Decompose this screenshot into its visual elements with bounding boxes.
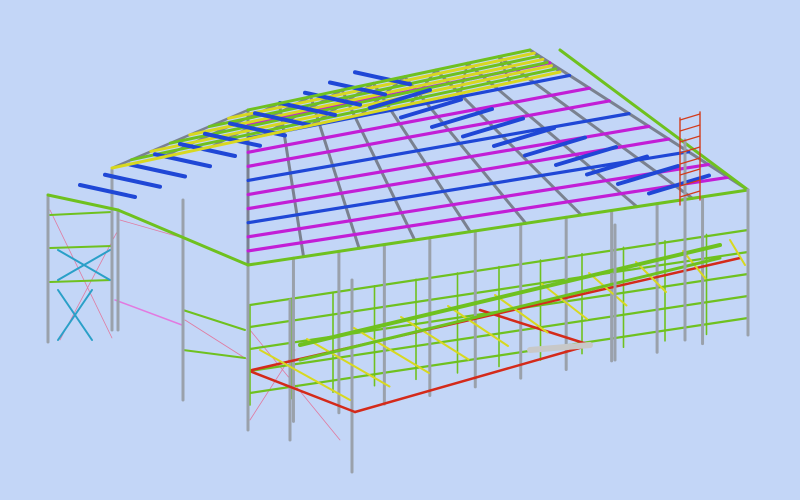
3d-model-viewport[interactable] — [0, 0, 800, 500]
platform-joist — [353, 327, 430, 374]
eave-purlin — [178, 142, 237, 158]
platform-beam — [353, 343, 592, 414]
cable-brace — [49, 209, 113, 339]
platform-joist — [306, 338, 391, 388]
side-girt — [182, 349, 246, 359]
platform-beam — [478, 308, 592, 347]
front-eave — [246, 188, 750, 267]
gable-girt — [49, 245, 113, 249]
platform-deck — [527, 342, 593, 353]
ladder-rung — [679, 157, 701, 165]
ladder-rung — [679, 124, 701, 132]
eave-purlin — [78, 183, 137, 199]
ladder-rung — [679, 135, 701, 143]
roof-purlin — [246, 162, 710, 239]
gable-girt — [49, 211, 113, 216]
steel-frame-model[interactable] — [0, 0, 800, 500]
gable-edge — [46, 193, 120, 212]
gable-tie — [114, 299, 183, 326]
eave-purlin — [128, 162, 187, 179]
side-girt — [182, 309, 246, 331]
ladder-rung — [679, 113, 701, 121]
rafter — [528, 48, 750, 192]
